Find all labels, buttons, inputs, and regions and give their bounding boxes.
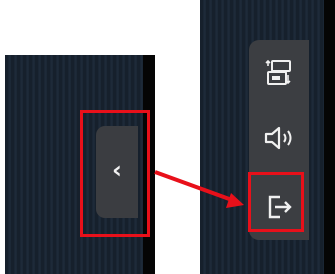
annotation-arrow	[154, 170, 244, 208]
